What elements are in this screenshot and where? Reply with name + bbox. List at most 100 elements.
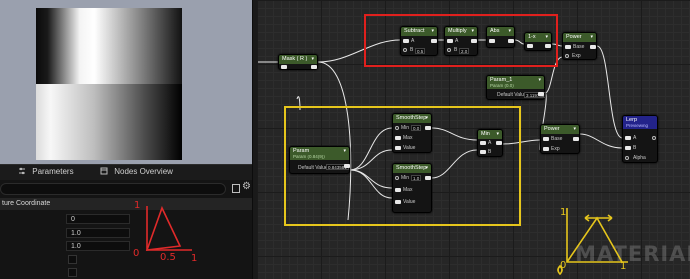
node-abs[interactable]: Abs ▾	[486, 26, 515, 48]
smoothstep-top-output-pin[interactable]	[425, 126, 431, 130]
smoothstep-bottom-max-label: Max	[403, 187, 413, 193]
node-abs-title: Abs ▾	[487, 27, 514, 36]
subtract-a-pin[interactable]	[403, 39, 409, 43]
smoothstep-top-max-pin[interactable]	[395, 136, 401, 140]
node-param[interactable]: Param ▾ Param (0.84(9)) Default Value 0.8…	[289, 146, 350, 174]
node-lerp-title: Lerp	[623, 116, 657, 124]
power-mid-output-pin[interactable]	[573, 137, 579, 141]
property-field-v-tiling[interactable]: 1.0	[66, 241, 130, 251]
power-mid-exp-label: Exp	[551, 146, 560, 152]
parameter-search-input[interactable]	[0, 183, 226, 195]
node-one-minus[interactable]: 1-x ▾	[524, 32, 552, 51]
property-field-u-tiling[interactable]: 1.0	[66, 228, 130, 238]
smoothstep-top-max-label: Max	[403, 135, 413, 141]
smoothstep-top-min-pin[interactable]	[395, 126, 399, 130]
power-mid-exp-pin[interactable]	[543, 147, 549, 151]
tab-nodes-overview[interactable]: Nodes Overview	[100, 167, 173, 176]
property-checkbox[interactable]	[68, 255, 77, 264]
table-view-icon[interactable]	[232, 184, 240, 193]
power-top-exp-pin[interactable]	[565, 54, 569, 58]
smoothstep-top-min-value[interactable]: 0.0	[411, 125, 422, 131]
param-1-output-pin[interactable]	[538, 92, 544, 96]
nodes-icon	[100, 167, 108, 175]
yellow-sketch-y-label: 1	[560, 207, 567, 218]
power-mid-base-label: Base	[551, 136, 563, 142]
node-power-mid-title: Power ▾	[541, 125, 579, 134]
smoothstep-bottom-output-pin[interactable]	[425, 176, 431, 180]
mask-input-pin[interactable]	[281, 65, 287, 69]
node-power-top[interactable]: Power ▾ Base Exp	[562, 32, 597, 60]
node-lerp[interactable]: Lerp Previewing A B Alpha	[622, 115, 658, 163]
node-param-1-title: Param_1 ▾	[487, 76, 544, 84]
lerp-a-label: A	[633, 135, 637, 141]
yellow-sketch-x-label-1: 1	[620, 261, 627, 272]
node-mask-title: Mask ( R ) ▾	[279, 55, 317, 64]
power-top-base-pin[interactable]	[565, 45, 571, 49]
node-power-top-title: Power ▾	[563, 33, 596, 42]
smoothstep-bottom-value-label: Value	[403, 199, 416, 205]
one-minus-output-pin[interactable]	[545, 44, 551, 48]
section-title: ture Coordinate	[2, 200, 51, 207]
lerp-a-pin[interactable]	[625, 136, 631, 140]
node-min-title: Min ▾	[478, 130, 502, 139]
node-smoothstep-bottom[interactable]: SmoothStep ▾ Min 1.0 Max Value	[392, 163, 432, 213]
property-row: 0	[0, 213, 140, 225]
sketch-x-label-0: 0	[133, 248, 140, 259]
lerp-b-label: B	[633, 145, 637, 151]
abs-output-pin[interactable]	[508, 39, 514, 43]
one-minus-input-pin[interactable]	[527, 44, 533, 48]
tab-nodes-overview-label: Nodes Overview	[114, 167, 173, 176]
multiply-a-pin[interactable]	[447, 39, 453, 43]
smoothstep-top-value-pin[interactable]	[395, 146, 401, 150]
power-top-output-pin[interactable]	[590, 45, 596, 49]
smoothstep-bottom-value-pin[interactable]	[395, 200, 401, 204]
smoothstep-bottom-max-pin[interactable]	[395, 188, 401, 192]
preview-mesh-bottom	[36, 84, 182, 160]
min-b-label: B	[488, 149, 492, 155]
multiply-b-value[interactable]: 2.0	[459, 48, 470, 54]
subtract-output-pin[interactable]	[431, 39, 437, 43]
node-smoothstep-top[interactable]: SmoothStep ▾ Min 0.0 Max Value	[392, 113, 432, 153]
power-top-base-label: Base	[573, 44, 585, 50]
sliders-icon	[19, 167, 25, 175]
subtract-a-label: A	[411, 38, 415, 44]
param-default-label: Default Value	[298, 165, 328, 171]
smoothstep-top-value-label: Value	[403, 145, 416, 151]
node-multiply[interactable]: Multiply ▾ A B 2.0	[444, 26, 478, 56]
yellow-graph-sketch	[557, 208, 628, 276]
material-preview-viewport[interactable]	[0, 0, 252, 164]
tab-parameters[interactable]: Parameters	[18, 167, 74, 176]
node-mask[interactable]: Mask ( R ) ▾	[278, 54, 318, 70]
node-param-title: Param ▾	[290, 147, 349, 155]
property-checkbox[interactable]	[68, 268, 77, 277]
param-output-pin[interactable]	[344, 164, 350, 168]
node-subtract[interactable]: Subtract ▾ A B 0.5	[400, 26, 438, 56]
power-mid-base-pin[interactable]	[543, 137, 549, 141]
property-field-coordinate-index[interactable]: 0	[66, 214, 130, 224]
lerp-b-pin[interactable]	[625, 146, 631, 150]
lerp-alpha-label: Alpha	[633, 155, 646, 161]
node-power-mid[interactable]: Power ▾ Base Exp	[540, 124, 580, 154]
node-param-1[interactable]: Param_1 ▾ Param (0.0) Default Value 3.119…	[486, 75, 547, 100]
subtract-b-pin[interactable]	[403, 48, 407, 52]
property-row: 1.0	[0, 227, 140, 239]
sketch-x-label-half: 0.5	[160, 252, 176, 263]
min-output-pin[interactable]	[496, 141, 502, 145]
multiply-b-label: B	[454, 47, 458, 53]
lerp-output-pin[interactable]	[652, 136, 656, 140]
mask-output-pin[interactable]	[311, 65, 317, 69]
node-min[interactable]: Min ▾ A B	[477, 129, 503, 157]
sketch-y-label: 1	[134, 200, 141, 211]
lerp-alpha-pin[interactable]	[625, 156, 629, 160]
panel-tab-bar: Parameters Nodes Overview	[0, 164, 252, 180]
min-b-pin[interactable]	[480, 150, 486, 154]
subtract-b-value[interactable]: 0.5	[415, 48, 426, 54]
smoothstep-bottom-min-pin[interactable]	[395, 176, 399, 180]
smoothstep-bottom-min-value[interactable]: 1.0	[411, 175, 422, 181]
param-1-default-label: Default Value	[497, 92, 527, 98]
multiply-b-pin[interactable]	[447, 48, 451, 52]
abs-input-pin[interactable]	[489, 39, 495, 43]
gear-icon[interactable]: ⚙	[242, 181, 251, 192]
min-a-pin[interactable]	[480, 141, 486, 145]
multiply-output-pin[interactable]	[471, 39, 477, 43]
